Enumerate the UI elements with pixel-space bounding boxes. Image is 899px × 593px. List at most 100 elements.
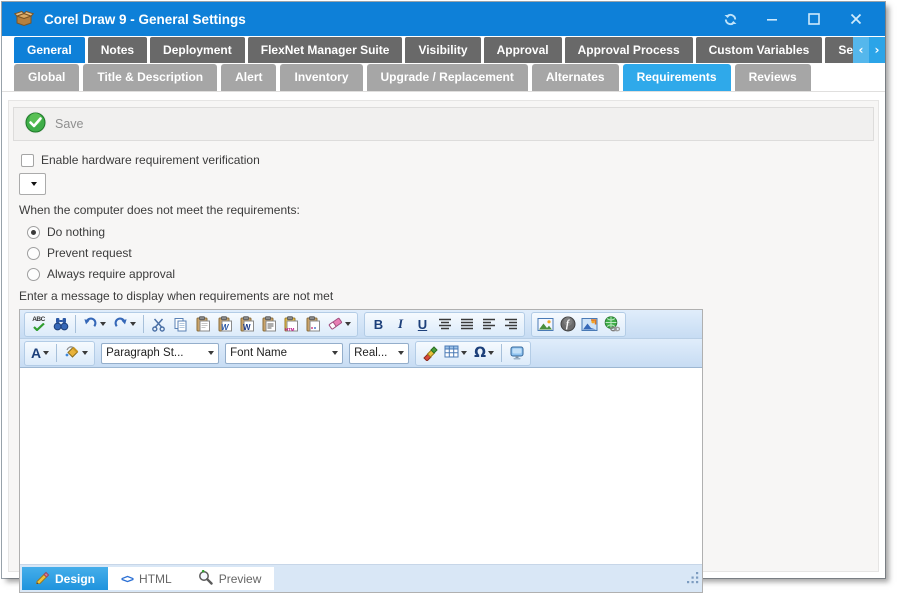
tab-global[interactable]: Global	[14, 64, 79, 91]
paste-icon[interactable]	[192, 314, 213, 335]
paste-from-word-icon[interactable]: W	[214, 314, 235, 335]
insert-media-icon[interactable]	[506, 343, 527, 364]
align-left-icon[interactable]	[478, 314, 499, 335]
preview-zoom-icon	[198, 570, 213, 588]
tab-custom-variables[interactable]: Custom Variables	[696, 37, 823, 63]
font-color-icon: A	[31, 345, 41, 361]
insert-symbol-button[interactable]: Ω	[471, 343, 497, 364]
tab-approval[interactable]: Approval	[484, 37, 562, 63]
font-color-button[interactable]: A	[28, 343, 52, 364]
radio-prevent-request[interactable]: Prevent request	[27, 246, 874, 260]
hardware-verification-checkbox[interactable]	[21, 154, 34, 167]
chevron-down-icon	[82, 351, 88, 355]
find-icon[interactable]	[50, 314, 71, 335]
spellcheck-icon[interactable]: ABC	[28, 314, 49, 335]
tab-flexnet-manager-suite[interactable]: FlexNet Manager Suite	[248, 37, 403, 63]
tab-inventory[interactable]: Inventory	[280, 64, 362, 91]
secondary-tab-strip: Global Title & Description Alert Invento…	[2, 63, 885, 92]
separator	[143, 315, 144, 333]
save-label: Save	[55, 117, 84, 131]
tab-alternates[interactable]: Alternates	[532, 64, 619, 91]
justify-icon[interactable]	[456, 314, 477, 335]
undo-icon	[83, 315, 98, 333]
radio-button-icon	[27, 247, 40, 260]
chevron-down-icon	[43, 351, 49, 355]
insert-table-button[interactable]	[441, 343, 470, 364]
close-icon[interactable]	[847, 10, 865, 28]
insert-snippet-icon[interactable]	[419, 343, 440, 364]
tab-general[interactable]: General	[14, 37, 85, 63]
hyperlink-icon[interactable]	[601, 314, 622, 335]
paste-from-word-clean-icon[interactable]: W	[236, 314, 257, 335]
tab-scroll-right-icon[interactable]: ›	[869, 37, 885, 63]
align-right-icon[interactable]	[500, 314, 521, 335]
toolbar-group-format: B I U	[364, 312, 525, 337]
image-manager-icon[interactable]	[579, 314, 600, 335]
radio-prevent-request-label: Prevent request	[47, 246, 132, 260]
separator	[56, 344, 57, 362]
insert-image-icon[interactable]	[535, 314, 556, 335]
tab-approval-process[interactable]: Approval Process	[565, 37, 693, 63]
editor-footer: Design <> HTML Preview	[20, 565, 702, 592]
copy-icon[interactable]	[170, 314, 191, 335]
tab-title-description[interactable]: Title & Description	[83, 64, 217, 91]
paste-special-icon[interactable]	[302, 314, 323, 335]
settings-dialog: Corel Draw 9 - General Settings General …	[2, 2, 885, 578]
requirements-panel: Save Enable hardware requirement verific…	[8, 100, 879, 572]
save-button[interactable]: Save	[13, 107, 874, 141]
tab-visibility[interactable]: Visibility	[405, 37, 480, 63]
radio-do-nothing[interactable]: Do nothing	[27, 225, 874, 239]
radio-button-icon	[27, 226, 40, 239]
tab-notes[interactable]: Notes	[88, 37, 147, 63]
requirements-question-label: When the computer does not meet the requ…	[19, 203, 874, 217]
tab-alert[interactable]: Alert	[221, 64, 276, 91]
requirement-dropdown[interactable]	[19, 173, 46, 195]
chevron-down-icon	[31, 182, 37, 186]
font-name-select[interactable]: Font Name	[225, 343, 343, 364]
refresh-icon[interactable]	[721, 10, 739, 28]
undo-button[interactable]	[80, 314, 109, 335]
tab-html[interactable]: <> HTML	[108, 567, 185, 590]
toolbar-group-objects: Ω	[415, 341, 531, 366]
tab-upgrade-replacement[interactable]: Upgrade / Replacement	[367, 64, 528, 91]
cut-icon[interactable]	[148, 314, 169, 335]
paragraph-style-select[interactable]: Paragraph St...	[101, 343, 219, 364]
save-check-icon	[24, 111, 47, 137]
italic-icon[interactable]: I	[390, 314, 411, 335]
tab-reviews[interactable]: Reviews	[735, 64, 811, 91]
window-title: Corel Draw 9 - General Settings	[44, 12, 246, 27]
insert-flash-icon[interactable]: f	[557, 314, 578, 335]
chevron-down-icon	[488, 351, 494, 355]
separator	[75, 315, 76, 333]
chevron-down-icon	[398, 351, 404, 355]
tab-requirements[interactable]: Requirements	[623, 64, 731, 91]
app-package-icon	[14, 9, 34, 30]
radio-always-require-approval[interactable]: Always require approval	[27, 267, 874, 281]
insert-table-icon	[444, 345, 459, 361]
resize-grip[interactable]	[686, 571, 699, 587]
tab-scroll-left-icon[interactable]: ‹	[853, 37, 869, 63]
tab-design[interactable]: Design	[22, 567, 108, 590]
highlight-color-button[interactable]	[61, 343, 91, 364]
editor-content-area[interactable]	[20, 368, 702, 565]
paste-html-icon[interactable]: HTM	[280, 314, 301, 335]
toolbar-group-insert: f	[531, 312, 626, 337]
toolbar-group-color: A	[24, 341, 95, 366]
maximize-icon[interactable]	[805, 10, 823, 28]
paste-plain-text-icon[interactable]	[258, 314, 279, 335]
tab-deployment[interactable]: Deployment	[150, 37, 245, 63]
insert-symbol-icon: Ω	[474, 345, 486, 361]
primary-tab-strip: General Notes Deployment FlexNet Manager…	[2, 36, 885, 63]
chevron-down-icon	[100, 322, 106, 326]
tab-preview[interactable]: Preview	[185, 567, 275, 590]
bold-icon[interactable]: B	[368, 314, 389, 335]
radio-button-icon	[27, 268, 40, 281]
font-size-select[interactable]: Real...	[349, 343, 409, 364]
minimize-icon[interactable]	[763, 10, 781, 28]
format-eraser-icon	[327, 315, 343, 334]
align-center-icon[interactable]	[434, 314, 455, 335]
redo-button[interactable]	[110, 314, 139, 335]
hardware-verification-label: Enable hardware requirement verification	[41, 153, 260, 167]
format-eraser-button[interactable]	[324, 314, 354, 335]
underline-icon[interactable]: U	[412, 314, 433, 335]
